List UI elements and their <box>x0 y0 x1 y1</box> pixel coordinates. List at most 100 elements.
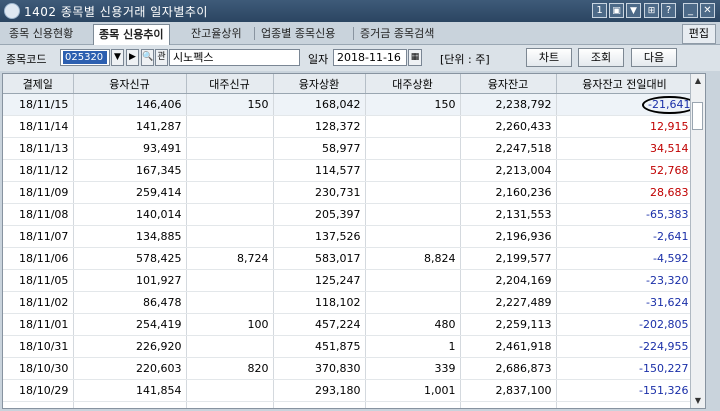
col-header[interactable]: 대주상환 <box>365 74 461 94</box>
col-header[interactable]: 결제일 <box>3 74 74 94</box>
table-cell: 2,196,936 <box>460 225 557 248</box>
minimize-icon[interactable]: _ <box>683 3 698 18</box>
table-cell: 220,603 <box>73 357 187 380</box>
table-cell: 58,977 <box>273 137 366 160</box>
table-cell: 205,397 <box>273 203 366 226</box>
dropdown-icon[interactable]: ▼ <box>111 49 124 66</box>
table-cell: 34,514 <box>556 137 694 160</box>
search-button[interactable]: 조회 <box>578 48 624 67</box>
table-cell <box>365 269 461 292</box>
close-icon[interactable]: ✕ <box>700 3 715 18</box>
table-cell: 18/11/02 <box>3 291 74 314</box>
table-cell <box>186 401 274 408</box>
stock-code-label: 종목코드 <box>6 53 47 66</box>
table-cell: 150 <box>365 93 461 116</box>
table-cell: 339 <box>365 357 461 380</box>
table-cell: 1,001 <box>365 379 461 402</box>
scroll-down-icon[interactable]: ▼ <box>691 394 705 408</box>
related-button[interactable]: 관 <box>155 49 168 66</box>
table-row[interactable]: 18/10/26101,113 210,107 2,988,426-108,994 <box>3 401 694 408</box>
number-button[interactable]: 1 <box>592 3 607 18</box>
table-row[interactable]: 18/11/05 101,927 125,247 2,204,169 -23,320 <box>3 269 694 292</box>
scroll-thumb[interactable] <box>692 102 703 130</box>
date-input[interactable]: 2018-11-16 <box>333 49 407 66</box>
table-cell: 18/11/12 <box>3 159 74 182</box>
tab-divider <box>353 27 354 40</box>
table-row[interactable]: 18/11/12 167,345 114,577 2,213,004 52,768 <box>3 159 694 182</box>
table-cell <box>186 225 274 248</box>
table-cell: 18/11/13 <box>3 137 74 160</box>
table-row[interactable]: 18/11/01 254,419 100 457,224 480 2,259,113 -20… <box>3 313 694 336</box>
link-icon[interactable]: ▣ <box>609 3 624 18</box>
tab-sector-stock-credit[interactable]: 업종별 종목신용 <box>256 24 340 43</box>
toolbar: 종목코드 025320 ▼ ▶ 🔍 관 시노펙스 일자 2018-11-16 ▦… <box>0 45 720 71</box>
edit-button[interactable]: 편집 <box>681 24 716 44</box>
table-cell: 100 <box>186 313 274 336</box>
table-cell: 137,526 <box>273 225 366 248</box>
col-header[interactable]: 융자잔고 <box>460 74 557 94</box>
table-cell: 93,491 <box>73 137 187 160</box>
tab-divider <box>254 27 255 40</box>
next-button[interactable]: 다음 <box>631 48 677 67</box>
table-cell: 259,414 <box>73 181 187 204</box>
table-cell: 12,915 <box>556 115 694 138</box>
table-row[interactable]: 18/11/15 146,406 150 168,042 150 2,238,792 -21… <box>3 93 697 116</box>
tab-balance-ratio-top[interactable]: 잔고율상위 <box>186 24 247 43</box>
stock-code-value: 025320 <box>63 51 107 64</box>
chart-button[interactable]: 차트 <box>526 48 572 67</box>
table-cell: 457,224 <box>273 313 366 336</box>
table-cell: 86,478 <box>73 291 187 314</box>
col-header[interactable]: 융자신규 <box>73 74 187 94</box>
table-row[interactable]: 18/10/31 226,920 451,875 1 2,461,918 -224,955 <box>3 335 694 358</box>
table-cell: 254,419 <box>73 313 187 336</box>
table-cell: 125,247 <box>273 269 366 292</box>
tab-stock-credit-trend[interactable]: 종목 신용추이 <box>93 24 170 45</box>
pin-icon[interactable]: ▼ <box>626 3 641 18</box>
table-row[interactable]: 18/11/14 141,287 128,372 2,260,433 12,915 <box>3 115 694 138</box>
table-cell <box>186 379 274 402</box>
table-row[interactable]: 18/10/29 141,854 293,180 1,001 2,837,100 -151… <box>3 379 694 402</box>
table-row[interactable]: 18/11/13 93,491 58,977 2,247,518 34,514 <box>3 137 694 160</box>
table-cell: 230,731 <box>273 181 366 204</box>
col-header[interactable]: 융자잔고 전일대비 <box>556 74 694 94</box>
table-cell: 18/10/31 <box>3 335 74 358</box>
scroll-up-icon[interactable]: ▲ <box>691 74 705 88</box>
vertical-scrollbar[interactable]: ▲ ▼ <box>690 74 705 408</box>
table-row[interactable]: 18/11/08 140,014 205,397 2,131,553 -65,383 <box>3 203 694 226</box>
next-stock-icon[interactable]: ▶ <box>126 49 139 66</box>
table-cell: -23,320 <box>556 269 694 292</box>
table-row[interactable]: 18/10/30 220,603 820 370,830 339 2,686,873 -15… <box>3 357 694 380</box>
table-cell: 18/10/26 <box>3 401 74 408</box>
table-row[interactable]: 18/11/02 86,478 118,102 2,227,489 -31,624 <box>3 291 694 314</box>
table-cell: 140,014 <box>73 203 187 226</box>
date-label: 일자 <box>308 53 329 66</box>
stock-code-input[interactable]: 025320 <box>60 49 110 66</box>
table-cell: 8,724 <box>186 247 274 270</box>
unit-label: [단위 : 주] <box>440 53 490 66</box>
table-row[interactable]: 18/11/09 259,414 230,731 2,160,236 28,683 <box>3 181 694 204</box>
table-row[interactable]: 18/11/07 134,885 137,526 2,196,936 -2,641 <box>3 225 694 248</box>
tab-bar: 종목 신용현황 종목 신용추이 잔고율상위 업종별 종목신용 증거금 종목검색 … <box>0 22 720 45</box>
col-header[interactable]: 융자상환 <box>273 74 366 94</box>
table-cell: 167,345 <box>73 159 187 182</box>
table-cell: 583,017 <box>273 247 366 270</box>
settings-icon[interactable]: ⊞ <box>644 3 659 18</box>
tab-stock-credit-status[interactable]: 종목 신용현황 <box>4 24 78 43</box>
table-cell: 128,372 <box>273 115 366 138</box>
table-row[interactable]: 18/11/06 578,425 8,724 583,017 8,824 2,199,57… <box>3 247 694 270</box>
table-cell: 480 <box>365 313 461 336</box>
table-cell: 18/10/29 <box>3 379 74 402</box>
table-cell <box>365 115 461 138</box>
table-cell: 2,837,100 <box>460 379 557 402</box>
table-cell: -65,383 <box>556 203 694 226</box>
table-cell <box>365 203 461 226</box>
col-header[interactable]: 대주신규 <box>186 74 274 94</box>
table-cell: 820 <box>186 357 274 380</box>
table-cell: 1 <box>365 335 461 358</box>
help-button[interactable]: ? <box>661 3 676 18</box>
tab-margin-stock-search[interactable]: 증거금 종목검색 <box>355 24 439 43</box>
calendar-icon[interactable]: ▦ <box>408 49 422 66</box>
table-cell: 134,885 <box>73 225 187 248</box>
search-icon[interactable]: 🔍 <box>141 49 154 66</box>
table-cell <box>186 115 274 138</box>
